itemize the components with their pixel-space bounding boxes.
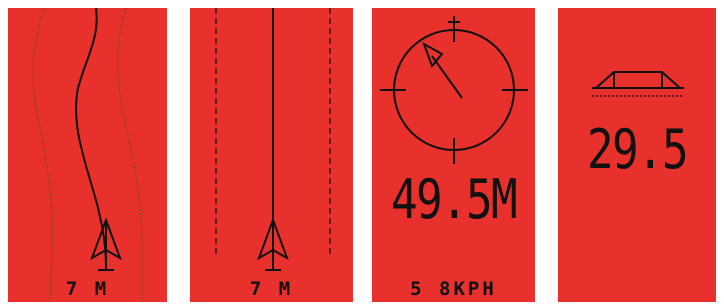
grade-profile-icon: [592, 71, 684, 97]
distance-readout: 49.5M: [390, 168, 518, 231]
grade-value: 29.5: [586, 118, 689, 181]
left-guide-line: [32, 8, 54, 302]
vehicle-arrow-icon: [90, 217, 122, 271]
curved-track-graphic: [32, 8, 143, 302]
distance-label: 7 M: [249, 278, 294, 300]
distance-label: 7 M: [65, 278, 110, 300]
grade-panel: 29.5: [558, 8, 716, 302]
straight-track-graphic: [215, 8, 331, 271]
right-guide-line: [116, 8, 143, 302]
compass-panel: 49.5M 5 8KPH: [372, 8, 535, 302]
straight-heading-panel: 7 M: [190, 8, 353, 302]
compass-graphic: [380, 16, 528, 164]
needle-arrow-icon: [422, 41, 463, 99]
track-deviation-panel: 7 M: [8, 8, 167, 302]
speed-label: 5 8KPH: [410, 278, 497, 300]
compass-ring: [393, 29, 515, 151]
